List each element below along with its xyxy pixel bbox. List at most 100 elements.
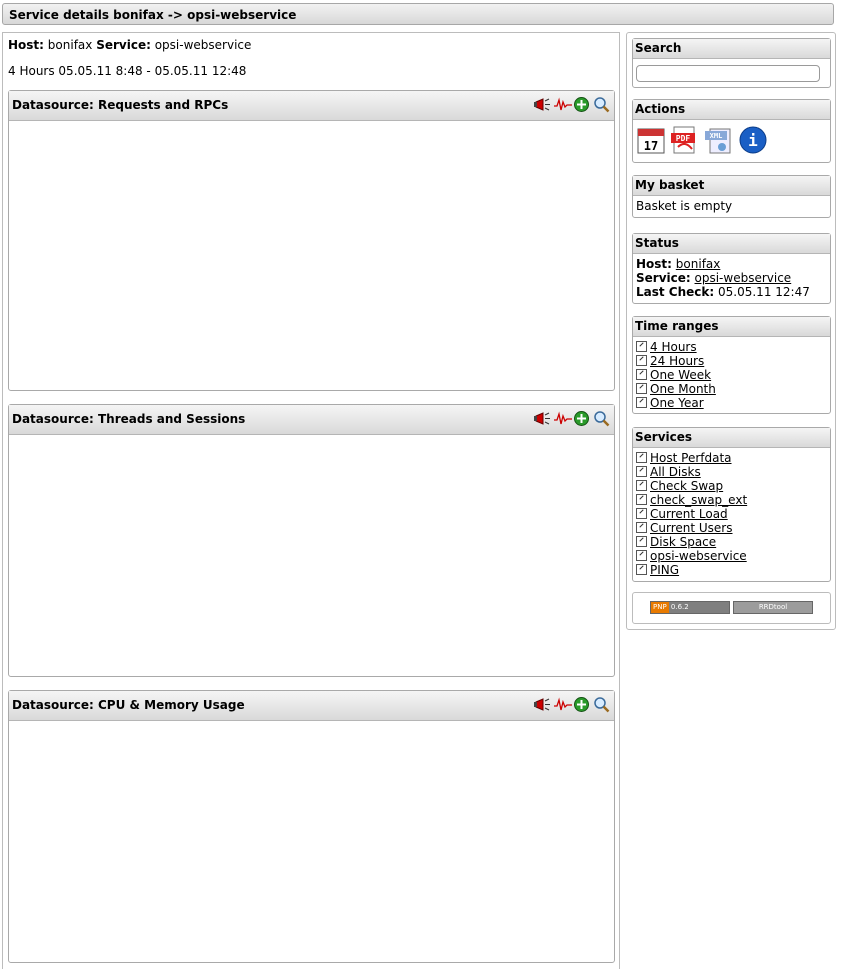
time-range-link[interactable]: One Year [650, 396, 704, 410]
actions-title: Actions [633, 100, 830, 120]
time-range-item[interactable]: One Week [636, 368, 827, 382]
service-value: opsi-webservice [154, 38, 252, 52]
svg-text:XML: XML [710, 132, 723, 140]
service-link[interactable]: check_swap_ext [650, 493, 747, 507]
add-basket-icon[interactable] [573, 96, 590, 113]
service-item[interactable]: Current Load [636, 507, 827, 521]
graph-header-label: Datasource: CPU & Memory Usage [12, 698, 245, 712]
external-link-icon [636, 369, 647, 380]
external-link-icon [636, 452, 647, 463]
pdf-icon[interactable]: PDF [670, 125, 700, 155]
time-range-link[interactable]: 24 Hours [650, 354, 704, 368]
status-check-value: 05.05.11 12:47 [718, 285, 810, 299]
service-link[interactable]: Disk Space [650, 535, 716, 549]
actions-box: Actions 17 PDF XML i [632, 99, 831, 163]
megaphone-icon[interactable]: Threads and Sessions bonifax / opsi-webs… [533, 410, 841, 594]
zoom-icon[interactable] [593, 410, 610, 427]
pnp-badge-label: PNP [651, 602, 669, 613]
service-item[interactable]: Disk Space [636, 535, 827, 549]
time-ranges-title: Time ranges [633, 317, 830, 337]
search-title: Search [633, 39, 830, 59]
external-link-icon [636, 480, 647, 491]
pnp-badge-version: 0.6.2 [670, 603, 689, 611]
svg-text:PDF: PDF [676, 134, 691, 143]
service-label: Service: [96, 38, 151, 52]
search-input[interactable] [636, 65, 820, 82]
service-link[interactable]: PING [650, 563, 679, 577]
service-item[interactable]: All Disks [636, 465, 827, 479]
zoom-icon[interactable] [593, 696, 610, 713]
time-range-link[interactable]: One Week [650, 368, 711, 382]
external-link-icon [636, 564, 647, 575]
time-range-item[interactable]: 4 Hours [636, 340, 827, 354]
megaphone-icon[interactable]: Requests bonifax / opsi-webserviceRRDTOO… [533, 96, 841, 304]
service-link[interactable]: Host Perfdata [650, 451, 732, 465]
status-service-label: Service: [636, 271, 691, 285]
service-item[interactable]: PING [636, 563, 827, 577]
info-icon[interactable]: i [738, 125, 768, 155]
graph-header-label: Datasource: Requests and RPCs [12, 98, 229, 112]
external-link-icon [636, 341, 647, 352]
add-basket-icon[interactable] [573, 410, 590, 427]
external-link-icon [636, 466, 647, 477]
status-box: Status Host: bonifax Service: opsi-webse… [632, 233, 831, 304]
status-service-link[interactable]: opsi-webservice [695, 271, 792, 285]
megaphone-icon[interactable]: CPU & Memory-Usage bonifax / opsi-webser… [533, 696, 841, 876]
graph-header: Datasource: Requests and RPCs Requests b… [9, 91, 841, 304]
calendar-icon[interactable]: 17 [636, 125, 666, 155]
basket-title: My basket [633, 176, 830, 196]
status-host-link[interactable]: bonifax [676, 257, 721, 271]
status-title: Status [633, 234, 830, 254]
svg-text:17: 17 [644, 139, 658, 153]
graph-wave-icon[interactable] [553, 696, 572, 713]
external-link-icon [636, 550, 647, 561]
host-label: Host: [8, 38, 44, 52]
external-link-icon [636, 383, 647, 394]
service-link[interactable]: All Disks [650, 465, 701, 479]
time-range-line: 4 Hours 05.05.11 8:48 - 05.05.11 12:48 [8, 64, 247, 78]
xml-icon[interactable]: XML [704, 125, 734, 155]
services-box: Services Host Perfdata All Disks Check Swa… [632, 427, 831, 582]
badges: PNP 0.6.2 RRDtool [650, 601, 813, 614]
rrdtool-badge[interactable]: RRDtool [733, 601, 813, 614]
time-range-item[interactable]: 24 Hours [636, 354, 827, 368]
page-titlebar: Service details bonifax -> opsi-webservi… [2, 3, 834, 25]
external-link-icon [636, 397, 647, 408]
status-check-label: Last Check: [636, 285, 715, 299]
svg-text:i: i [748, 131, 758, 150]
service-link[interactable]: Check Swap [650, 479, 723, 493]
time-range-item[interactable]: One Month [636, 382, 827, 396]
time-ranges-box: Time ranges 4 Hours 24 Hours One Week One M… [632, 316, 831, 414]
graph-wave-icon[interactable] [553, 96, 572, 113]
graph-box-threads: Datasource: Threads and Sessions Threads… [8, 404, 841, 677]
graph-requests [9, 121, 614, 391]
basket-text: Basket is empty [636, 199, 733, 213]
service-item[interactable]: Host Perfdata [636, 451, 827, 465]
service-item[interactable]: Check Swap [636, 479, 827, 493]
service-item[interactable]: check_swap_ext [636, 493, 827, 507]
graph-header: Datasource: Threads and Sessions Threads… [9, 405, 841, 594]
service-item[interactable]: Current Users [636, 521, 827, 535]
external-link-icon [636, 355, 647, 366]
graph-wave-icon[interactable] [553, 410, 572, 427]
service-link[interactable]: opsi-webservice [650, 549, 747, 563]
host-value: bonifax [47, 38, 93, 52]
service-item[interactable]: opsi-webservice [636, 549, 827, 563]
basket-box: My basket Basket is empty [632, 175, 831, 218]
zoom-icon[interactable] [593, 96, 610, 113]
time-range-link[interactable]: One Month [650, 382, 716, 396]
host-line: Host: bonifax Service: opsi-webservice [8, 38, 251, 52]
time-range-link[interactable]: 4 Hours [650, 340, 697, 354]
service-link[interactable]: Current Users [650, 521, 733, 535]
external-link-icon [636, 508, 647, 519]
status-host-label: Host: [636, 257, 672, 271]
pnp-badge[interactable]: PNP 0.6.2 [650, 601, 730, 614]
graph-box-requests: Datasource: Requests and RPCs Requests b… [8, 90, 841, 391]
external-link-icon [636, 536, 647, 547]
graph-cpu-memory [9, 721, 614, 963]
page-title: Service details bonifax -> opsi-webservi… [9, 8, 297, 22]
time-range-item[interactable]: One Year [636, 396, 827, 410]
add-basket-icon[interactable] [573, 696, 590, 713]
service-link[interactable]: Current Load [650, 507, 728, 521]
external-link-icon [636, 494, 647, 505]
